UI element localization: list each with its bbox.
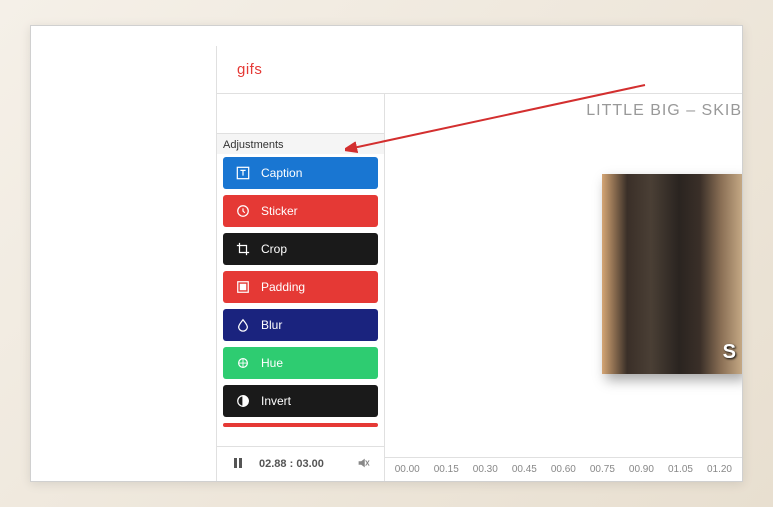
time-current: 02.88 — [259, 458, 287, 470]
timeline-tick: 00.15 — [434, 464, 459, 475]
tab-effects[interactable] — [300, 94, 342, 133]
pause-button[interactable] — [227, 453, 249, 475]
adjustment-label: Blur — [261, 318, 282, 332]
invert-icon — [235, 393, 251, 409]
timeline-tick: 00.75 — [590, 464, 615, 475]
timeline-tick: 00.60 — [551, 464, 576, 475]
mute-button[interactable] — [352, 453, 374, 475]
left-panel: Adjustments Caption Sticker — [217, 94, 385, 481]
tab-adjustments[interactable] — [342, 94, 384, 133]
adjustment-crop[interactable]: Crop — [223, 233, 378, 265]
preview-area: LITTLE BIG – SKIB S 00.00 00.15 00.30 00… — [385, 94, 742, 481]
adjustment-label: Crop — [261, 242, 287, 256]
hue-icon — [235, 355, 251, 371]
caption-icon — [235, 165, 251, 181]
outer-frame: gifs — [30, 25, 743, 482]
app-header: gifs — [217, 46, 742, 94]
blur-icon — [235, 317, 251, 333]
tool-tabs — [217, 94, 384, 134]
mute-icon — [356, 456, 370, 473]
timeline-tick: 01.05 — [668, 464, 693, 475]
adjustment-label: Padding — [261, 280, 305, 294]
timeline-tick: 00.30 — [473, 464, 498, 475]
adjustment-hue[interactable]: Hue — [223, 347, 378, 379]
preview-frame[interactable]: S — [602, 174, 742, 374]
app-window: gifs — [216, 46, 742, 481]
caption-overlay: S — [723, 341, 736, 364]
adjustment-label: Sticker — [261, 204, 298, 218]
adjustment-label: Hue — [261, 356, 283, 370]
adjustment-sticker[interactable]: Sticker — [223, 195, 378, 227]
preview-body: S — [385, 94, 742, 457]
adjustment-more-indicator — [223, 423, 378, 427]
app-title: gifs — [237, 61, 262, 78]
adjustment-caption[interactable]: Caption — [223, 157, 378, 189]
playback-controls: 02.88 : 03.00 — [217, 446, 384, 481]
adjustment-padding[interactable]: Padding — [223, 271, 378, 303]
timeline-tick: 00.90 — [629, 464, 654, 475]
adjustment-blur[interactable]: Blur — [223, 309, 378, 341]
pause-icon — [233, 457, 243, 472]
adjustment-label: Invert — [261, 394, 291, 408]
adjustment-invert[interactable]: Invert — [223, 385, 378, 417]
timeline[interactable]: 00.00 00.15 00.30 00.45 00.60 00.75 00.9… — [385, 457, 742, 481]
main-area: Adjustments Caption Sticker — [217, 94, 742, 481]
crop-icon — [235, 241, 251, 257]
padding-icon — [235, 279, 251, 295]
section-label: Adjustments — [217, 134, 384, 154]
time-total: 03.00 — [296, 458, 324, 470]
time-display: 02.88 : 03.00 — [259, 458, 324, 470]
adjustment-label: Caption — [261, 166, 302, 180]
timeline-tick: 00.45 — [512, 464, 537, 475]
timeline-tick: 00.00 — [395, 464, 420, 475]
tab-timer[interactable] — [259, 94, 301, 133]
sticker-icon — [235, 203, 251, 219]
adjustments-list[interactable]: Caption Sticker Crop — [217, 154, 384, 446]
tab-caption[interactable] — [217, 94, 259, 133]
timeline-tick: 01.20 — [707, 464, 732, 475]
